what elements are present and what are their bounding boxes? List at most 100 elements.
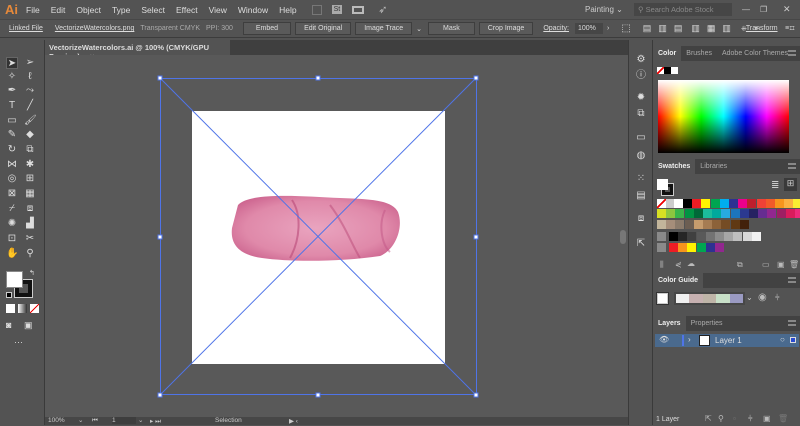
zoom-level[interactable]: 100% (48, 417, 65, 424)
swatch[interactable] (703, 209, 712, 218)
expand-layer-icon[interactable]: › (688, 335, 691, 344)
swatch[interactable] (730, 220, 740, 229)
swatch[interactable] (657, 209, 666, 218)
first-artboard-button[interactable]: ⏮ (92, 417, 98, 425)
swatch[interactable] (687, 243, 697, 252)
swatch[interactable] (729, 199, 738, 208)
save-color-group-icon[interactable]: ⫩ (775, 293, 780, 303)
collect-export-icon[interactable]: ⇱ (705, 414, 712, 423)
black-color-icon[interactable] (664, 67, 671, 74)
grid-view-icon[interactable]: ⊞ (784, 178, 797, 191)
status-menu-arrow[interactable]: ▶ ‹ (289, 417, 298, 425)
placed-image-bounding-box[interactable] (0, 0, 628, 417)
align-right-icon[interactable]: ▤ (674, 23, 683, 34)
swatch[interactable] (666, 209, 676, 218)
resize-handle[interactable] (315, 75, 321, 81)
swatch[interactable] (684, 220, 694, 229)
align-vcenter-icon[interactable]: ▦ (707, 23, 716, 34)
align-panel-icon[interactable]: ▤ (635, 190, 647, 202)
swatch[interactable] (678, 243, 688, 252)
minimize-button[interactable]: — (742, 5, 750, 14)
swatch[interactable] (705, 243, 715, 252)
tab-adobe-color-themes[interactable]: Adobe Color Themes (717, 46, 793, 61)
new-layer-icon[interactable]: ▣ (763, 414, 771, 423)
panel-menu-icon[interactable] (788, 163, 796, 169)
swatch[interactable] (719, 199, 729, 208)
transform-panel-icon[interactable]: ⧉ (635, 108, 647, 120)
restore-button[interactable]: ❐ (760, 5, 767, 14)
swatch[interactable] (669, 243, 678, 252)
search-stock-input[interactable]: ⚲ Search Adobe Stock (634, 3, 732, 16)
guide-color-swatch[interactable] (729, 294, 744, 303)
swatch[interactable] (733, 232, 743, 241)
pathfinder-panel-icon[interactable]: ⧈ (635, 213, 647, 225)
swatch[interactable] (687, 232, 697, 241)
cc-libraries-icon[interactable]: ☁ (687, 259, 695, 268)
gradient-panel-icon[interactable]: ▭ (635, 132, 647, 144)
swatch[interactable] (742, 232, 752, 241)
swatch[interactable] (678, 232, 688, 241)
swatch[interactable] (739, 220, 749, 229)
resize-handle[interactable] (473, 392, 479, 398)
artboards-panel-icon[interactable]: ⁙ (635, 173, 647, 185)
swatch[interactable] (747, 199, 757, 208)
tab-color[interactable]: Color (653, 46, 682, 61)
swatch[interactable] (749, 209, 758, 218)
visibility-eye-icon[interactable]: 👁 (659, 335, 669, 344)
swatch[interactable] (724, 232, 734, 241)
swatch[interactable] (785, 209, 795, 218)
resize-handle[interactable] (157, 392, 163, 398)
isolate-icon[interactable]: ⌗ (790, 23, 795, 34)
color-group-folder-icon[interactable] (657, 243, 666, 252)
swatch[interactable] (767, 209, 777, 218)
none-color-icon[interactable] (657, 67, 664, 74)
swatch[interactable] (715, 232, 724, 241)
tab-swatches[interactable]: Swatches (653, 159, 696, 174)
export-panel-icon[interactable]: ⇱ (635, 238, 647, 250)
swatch[interactable] (784, 199, 794, 208)
registration-swatch[interactable] (665, 199, 675, 208)
resize-handle[interactable] (157, 234, 163, 240)
swatch[interactable] (775, 199, 784, 208)
transparency-panel-icon[interactable]: ◍ (635, 150, 647, 162)
swatch[interactable] (705, 232, 715, 241)
tab-brushes[interactable]: Brushes (681, 46, 717, 61)
show-kinds-icon[interactable]: ⋞ (675, 260, 682, 269)
color-spectrum[interactable] (658, 80, 789, 153)
harmony-dropdown[interactable]: ⌄ (746, 293, 753, 302)
selection-indicator[interactable] (790, 337, 796, 343)
align-left-icon[interactable]: ▤ (643, 23, 652, 34)
swatch[interactable] (739, 209, 749, 218)
target-icon[interactable]: ○ (780, 335, 785, 344)
zoom-dropdown[interactable]: ⌄ (78, 416, 83, 424)
swatch[interactable] (703, 220, 712, 229)
close-window-button[interactable]: ✕ (783, 4, 791, 15)
control-menu-icon[interactable]: ≡ (785, 25, 789, 32)
swatch[interactable] (669, 232, 678, 241)
swatch-fill[interactable] (657, 179, 668, 190)
delete-swatch-icon[interactable]: 🗑 (789, 260, 799, 269)
swatch[interactable] (693, 220, 703, 229)
swatch-options-icon[interactable]: ⧉ (737, 260, 743, 270)
puppet-icon[interactable]: ⁜ (741, 25, 747, 33)
swatch[interactable] (692, 199, 702, 208)
info-panel-icon[interactable]: ⓘ (635, 70, 647, 82)
guide-color-swatch[interactable] (716, 294, 730, 303)
resize-handle[interactable] (157, 75, 163, 81)
align-hcenter-icon[interactable]: ▥ (658, 23, 667, 34)
color-group-folder-icon[interactable] (657, 232, 666, 241)
guide-color-swatch[interactable] (689, 294, 703, 303)
delete-layer-icon[interactable]: 🗑 (778, 414, 788, 423)
swatch[interactable] (715, 243, 724, 252)
swatch[interactable] (675, 209, 685, 218)
swatch[interactable] (710, 199, 720, 208)
swatch[interactable] (765, 199, 775, 208)
swatch[interactable] (657, 220, 666, 229)
swatch[interactable] (721, 220, 731, 229)
layer-row[interactable]: 👁 › Layer 1 ○ (655, 334, 799, 347)
harmony-rules-strip[interactable] (674, 292, 745, 305)
list-view-icon[interactable]: ≣ (771, 180, 779, 191)
guide-color-swatch[interactable] (702, 294, 717, 303)
white-swatch[interactable] (674, 199, 684, 208)
locate-object-icon[interactable]: ⚲ (718, 414, 724, 423)
